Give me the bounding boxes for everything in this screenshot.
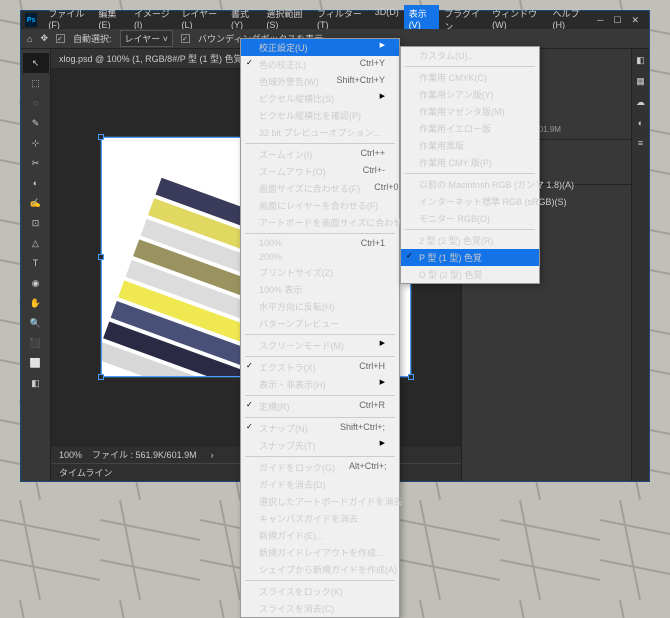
menu-item[interactable]: シェイプから新規ガイドを作成(A) (241, 561, 399, 578)
menu-item[interactable]: 100% 表示 (241, 281, 399, 298)
collapsed-panels: ◧ ▦ ☁ ◐ ≡ (631, 49, 649, 481)
transform-handle[interactable] (98, 254, 104, 260)
menu-item[interactable]: プリントサイズ(Z) (241, 264, 399, 281)
menu-item[interactable]: カスタム(U)... (401, 47, 539, 64)
menu-item[interactable]: 作業用黒版 (401, 137, 539, 154)
menu-item[interactable]: 表示・非表示(H) (241, 376, 399, 393)
autoselect-label: 自動選択: (73, 32, 112, 45)
adjustments-icon[interactable]: ◐ (638, 118, 643, 128)
timeline-label[interactable]: タイムライン (59, 466, 112, 479)
menu-item[interactable]: 作業用シアン版(Y) (401, 86, 539, 103)
tools-panel: ↖⬚◌✎⊹✂◐✍⊡△T◉✋🔍⬛⬜◧ (21, 49, 51, 481)
menu-item[interactable]: スライスをロック(K) (241, 583, 399, 600)
menu-item[interactable]: 作業用マゼンタ版(M) (401, 103, 539, 120)
swatches-icon[interactable]: ▦ (636, 76, 645, 87)
document-tab[interactable]: xlog.psd @ 100% (1, RGB/8#/P 型 (1 型) 色覚) (59, 52, 246, 65)
menu-item[interactable]: 選択したアートボードガイドを消去 (241, 493, 399, 510)
tool-11[interactable]: ◉ (23, 273, 49, 293)
menu-item[interactable]: スクリーンモード(M) (241, 337, 399, 354)
menu-item[interactable]: ズームアウト(O)Ctrl+- (241, 163, 399, 180)
view-menu: 校正設定(U)色の校正(L)Ctrl+Y色域外警告(W)Shift+Ctrl+Y… (240, 38, 400, 618)
tool-6[interactable]: ◐ (23, 173, 49, 193)
menu-item[interactable]: 2 型 (2 型) 色覚(R) (401, 232, 539, 249)
chevron-right-icon[interactable]: › (211, 450, 214, 460)
tool-15[interactable]: ⬜ (23, 353, 49, 373)
menu-item[interactable]: 作業用イエロー版 (401, 120, 539, 137)
menu-item[interactable]: モニター RGB(O) (401, 210, 539, 227)
menu-item[interactable]: ズームイン(I)Ctrl++ (241, 146, 399, 163)
menu-item[interactable]: エクストラ(X)Ctrl+H (241, 359, 399, 376)
menu-item[interactable]: ピクセル縦横比(S) (241, 90, 399, 107)
transform-handle[interactable] (98, 134, 104, 140)
menu-item[interactable]: 画面サイズに合わせる(F)Ctrl+0 (241, 180, 399, 197)
autoselect-dropdown[interactable]: レイヤー ˅ (120, 30, 174, 47)
menu-item[interactable]: 定規(R)Ctrl+R (241, 398, 399, 415)
menu-item[interactable]: 作業用 CMYK(C) (401, 69, 539, 86)
title-bar: Ps ファイル(F)編集(E)イメージ(I)レイヤー(L)書式(Y)選択範囲(S… (21, 11, 649, 29)
tool-1[interactable]: ⬚ (23, 73, 49, 93)
tool-4[interactable]: ⊹ (23, 133, 49, 153)
menu-item[interactable]: スナップ(N)Shift+Ctrl+; (241, 420, 399, 437)
libraries-icon[interactable]: ☁ (636, 97, 645, 108)
menu-item[interactable]: 水平方向に反転(H) (241, 298, 399, 315)
close-icon[interactable]: ✕ (631, 15, 639, 26)
menu-item[interactable]: ガイドをロック(G)Alt+Ctrl+; (241, 459, 399, 476)
autoselect-checkbox[interactable] (56, 34, 65, 43)
menu-item[interactable]: 色の校正(L)Ctrl+Y (241, 56, 399, 73)
menu-item[interactable]: 校正設定(U) (241, 39, 399, 56)
menu-item[interactable]: 200% (241, 250, 399, 264)
menu-item[interactable]: 画面にレイヤーを合わせる(F) (241, 197, 399, 214)
proof-setup-submenu: カスタム(U)... 作業用 CMYK(C)作業用シアン版(Y)作業用マゼンタ版(… (400, 46, 540, 284)
menu-item[interactable]: キャンバスガイドを消去 (241, 510, 399, 527)
maximize-icon[interactable]: ☐ (613, 15, 621, 26)
menu-item[interactable]: 新規ガイド(E)... (241, 527, 399, 544)
menu-item[interactable]: 作業用 CMY 版(P) (401, 154, 539, 171)
color-icon[interactable]: ◧ (636, 55, 645, 66)
tool-7[interactable]: ✍ (23, 193, 49, 213)
menu-item[interactable]: インターネット標準 RGB (sRGB)(S) (401, 193, 539, 210)
home-icon[interactable]: ⌂ (27, 34, 32, 44)
window-buttons: ─ ☐ ✕ (597, 15, 645, 26)
tool-12[interactable]: ✋ (23, 293, 49, 313)
transform-handle[interactable] (98, 374, 104, 380)
move-tool-icon: ✥ (40, 33, 48, 44)
menu-item[interactable]: アートボードを画面サイズに合わせる(F) (241, 214, 399, 231)
menu-item[interactable]: D 型 (2 型) 色覚 (401, 266, 539, 283)
menu-item[interactable]: スナップ先(T) (241, 437, 399, 454)
tool-5[interactable]: ✂ (23, 153, 49, 173)
menu-item[interactable]: ガイドを消去(D) (241, 476, 399, 493)
menu-item: ピクセル縦横比を確認(P) (241, 107, 399, 124)
tool-14[interactable]: ⬛ (23, 333, 49, 353)
menu-item: スライスを消去(C) (241, 600, 399, 617)
layers-icon[interactable]: ≡ (638, 138, 643, 148)
bbox-checkbox[interactable] (181, 34, 190, 43)
app-logo: Ps (25, 13, 37, 27)
menu-item[interactable]: 新規ガイドレイアウトを作成... (241, 544, 399, 561)
tool-0[interactable]: ↖ (23, 53, 49, 73)
menu-item[interactable]: 色域外警告(W)Shift+Ctrl+Y (241, 73, 399, 90)
menu-item[interactable]: パターンプレビュー (241, 315, 399, 332)
menu-item[interactable]: 100%Ctrl+1 (241, 236, 399, 250)
tool-16[interactable]: ◧ (23, 373, 49, 393)
transform-handle[interactable] (408, 374, 414, 380)
minimize-icon[interactable]: ─ (597, 15, 603, 26)
menu-item[interactable]: P 型 (1 型) 色覚 (401, 249, 539, 266)
menu-item: 32 bit プレビューオプション... (241, 124, 399, 141)
tool-13[interactable]: 🔍 (23, 313, 49, 333)
tool-2[interactable]: ◌ (23, 93, 49, 113)
file-info: ファイル : 561.9K/601.9M (92, 448, 197, 461)
zoom-level[interactable]: 100% (59, 450, 82, 460)
tool-8[interactable]: ⊡ (23, 213, 49, 233)
tool-3[interactable]: ✎ (23, 113, 49, 133)
tool-10[interactable]: T (23, 253, 49, 273)
tool-9[interactable]: △ (23, 233, 49, 253)
menu-item[interactable]: 以前の Macintosh RGB (ガンマ 1.8)(A) (401, 176, 539, 193)
